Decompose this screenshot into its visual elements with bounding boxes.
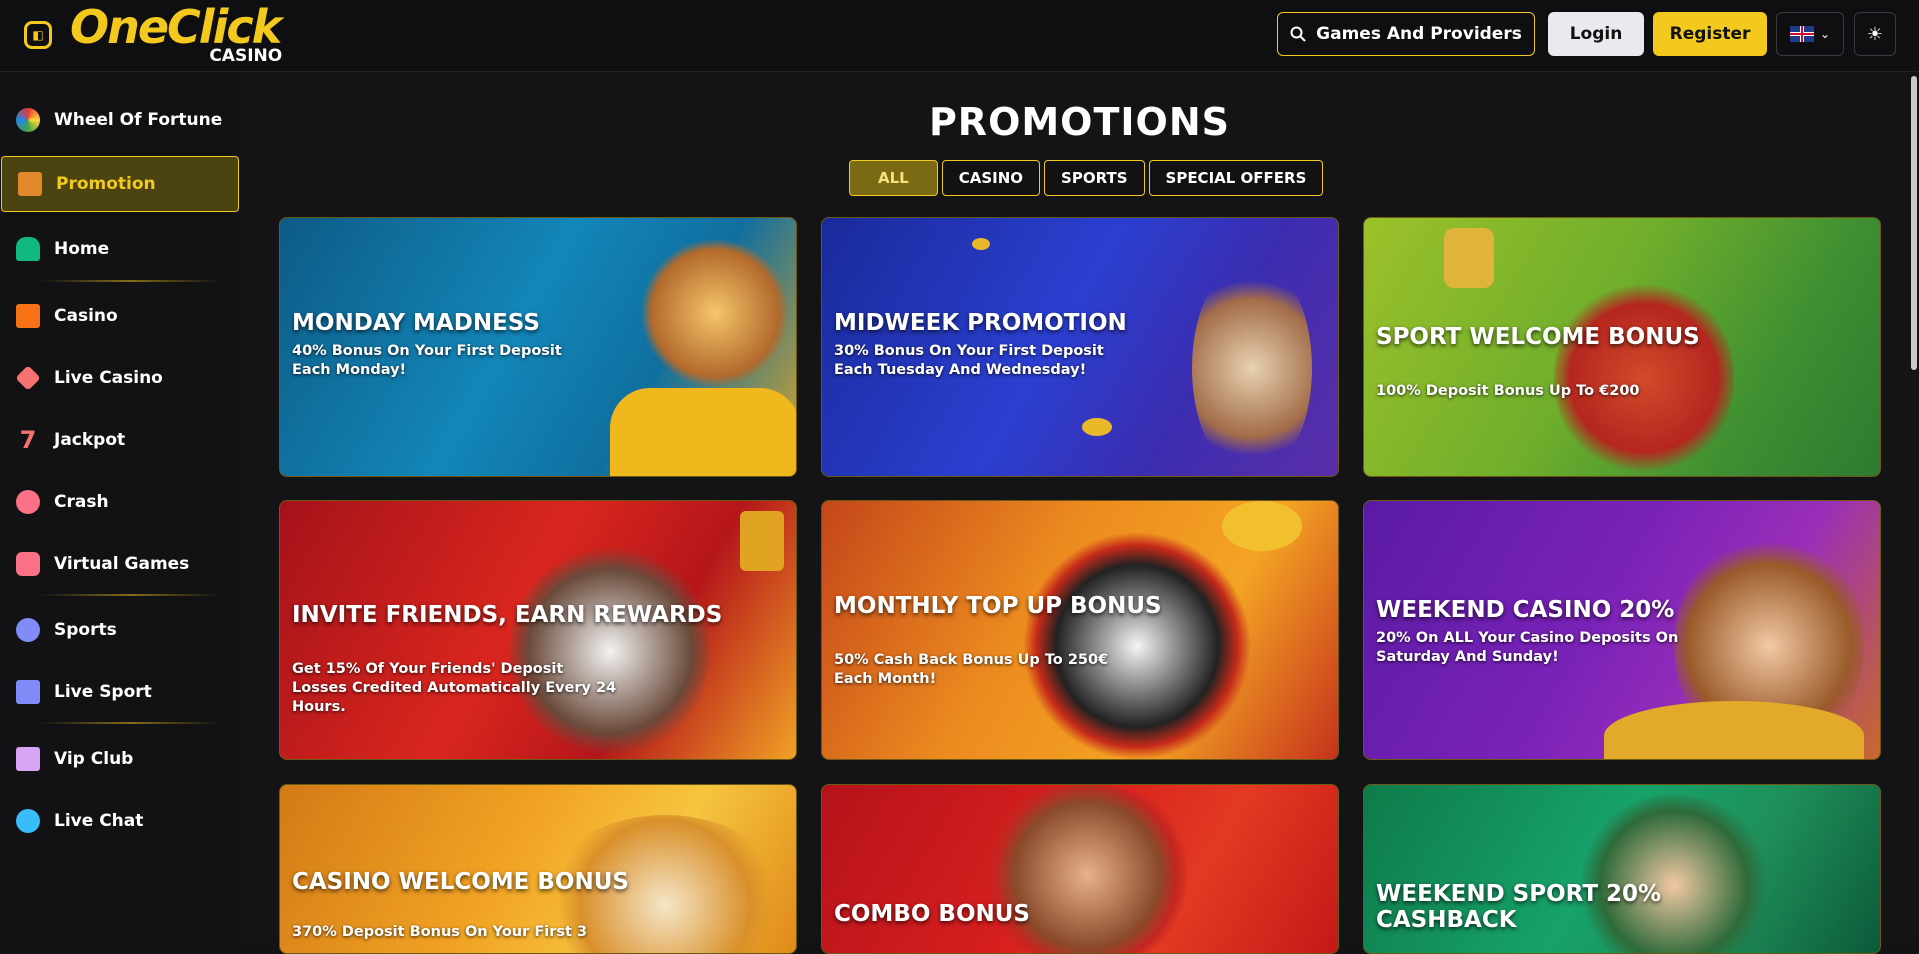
promo-title: INVITE FRIENDS, EARN REWARDS — [292, 602, 723, 628]
promo-description: 20% On ALL Your Casino Deposits On Satur… — [1376, 630, 1679, 665]
top-header: ◧ OneClick CASINO Games And Providers Lo… — [0, 0, 1919, 72]
seven-icon — [740, 511, 784, 571]
sidebar-item-casino[interactable]: Casino — [0, 288, 240, 344]
promo-title: MIDWEEK PROMOTION — [834, 310, 1127, 336]
coin-icon — [1222, 501, 1302, 551]
logo-subtext: CASINO — [209, 46, 283, 66]
character-art — [610, 388, 796, 476]
sidebar-item-live-casino[interactable]: Live Casino — [0, 350, 240, 406]
promo-title: MONDAY MADNESS — [292, 310, 540, 336]
character-art — [640, 238, 790, 388]
page-title: PROMOTIONS — [928, 100, 1231, 144]
sidebar-item-live-chat[interactable]: Live Chat — [0, 793, 240, 849]
home-icon — [16, 237, 40, 261]
sidebar-item-sports[interactable]: Sports — [0, 602, 240, 658]
tab-casino[interactable]: CASINO — [941, 160, 1041, 196]
promo-title: WEEKEND SPORT 20% CASHBACK — [1376, 881, 1662, 933]
tab-all[interactable]: ALL — [849, 160, 938, 196]
sidebar-divider — [40, 722, 220, 724]
cards-icon — [15, 365, 41, 391]
panda-character-art — [1022, 531, 1252, 759]
promo-description: Get 15% Of Your Friends' Deposit Losses … — [292, 661, 617, 715]
promo-title: MONTHLY TOP UP BONUS — [834, 593, 1162, 619]
promo-description: 30% Bonus On Your First Deposit Each Tue… — [834, 343, 1104, 378]
sidebar-item-wheel-of-fortune[interactable]: Wheel Of Fortune — [0, 92, 240, 148]
sidebar-item-label: Vip Club — [54, 749, 134, 769]
sidebar-item-label: Live Sport — [54, 682, 152, 702]
page-scrollbar[interactable] — [1911, 76, 1917, 370]
uk-flag-icon — [1789, 26, 1814, 42]
sidebar-item-label: Live Casino — [54, 368, 163, 388]
sidebar-divider — [40, 594, 220, 596]
rocket-icon — [16, 490, 40, 514]
sidebar-item-label: Live Chat — [54, 811, 144, 831]
sidebar-item-label: Home — [54, 239, 110, 259]
chevron-down-icon: ⌄ — [1819, 27, 1831, 41]
sidebar: Wheel Of Fortune Promotion Home Casino L… — [0, 72, 240, 938]
promo-card[interactable]: SPORT WELCOME BONUS 100% Deposit Bonus U… — [1363, 217, 1881, 477]
games-providers-search-button[interactable]: Games And Providers — [1277, 12, 1535, 56]
promo-card[interactable]: COMBO BONUS — [821, 784, 1339, 954]
theme-toggle-icon[interactable]: ☀ — [1854, 12, 1896, 56]
register-button[interactable]: Register — [1653, 12, 1767, 56]
wheel-icon — [16, 108, 40, 132]
sidebar-item-crash[interactable]: Crash — [0, 474, 240, 530]
sidebar-divider — [40, 280, 220, 282]
ball-icon — [16, 618, 40, 642]
search-label: Games And Providers — [1316, 24, 1522, 44]
main-content: PROMOTIONS ALL CASINO SPORTS SPECIAL OFF… — [240, 72, 1919, 954]
site-logo[interactable]: OneClick CASINO — [70, 0, 283, 68]
tab-special-offers[interactable]: SPECIAL OFFERS — [1148, 160, 1324, 196]
login-button[interactable]: Login — [1548, 12, 1644, 56]
promo-description: 50% Cash Back Bonus Up To 250€ Each Mont… — [834, 652, 1109, 687]
sidebar-item-promotion[interactable]: Promotion — [1, 156, 239, 212]
sidebar-toggle-icon[interactable]: ◧ — [24, 21, 52, 49]
sidebar-item-label: Jackpot — [54, 430, 126, 450]
promo-card[interactable]: MONDAY MADNESS 40% Bonus On Your First D… — [279, 217, 797, 477]
trophy-icon — [1444, 228, 1494, 288]
character-art — [1554, 278, 1734, 476]
search-icon — [1290, 26, 1306, 42]
promo-card[interactable]: CASINO WELCOME BONUS 370% Deposit Bonus … — [279, 784, 797, 954]
promo-description: 370% Deposit Bonus On Your First 3 — [292, 924, 588, 940]
coin-icon — [972, 238, 990, 250]
seven-icon: 7 — [19, 426, 37, 454]
gamepad-icon — [16, 552, 40, 576]
sidebar-item-label: Sports — [54, 620, 117, 640]
sidebar-item-label: Promotion — [56, 174, 156, 194]
sidebar-item-live-sport[interactable]: Live Sport — [0, 664, 240, 720]
promo-title: COMBO BONUS — [834, 901, 1030, 927]
coin-icon — [1082, 418, 1112, 436]
sidebar-item-label: Wheel Of Fortune — [54, 110, 223, 130]
crown-icon — [16, 747, 40, 771]
promo-card[interactable]: MONTHLY TOP UP BONUS 50% Cash Back Bonus… — [821, 500, 1339, 760]
character-art — [1192, 258, 1312, 476]
language-selector[interactable]: ⌄ — [1776, 12, 1844, 56]
promo-title: SPORT WELCOME BONUS — [1376, 324, 1700, 350]
promo-description: 40% Bonus On Your First Deposit Each Mon… — [292, 343, 562, 378]
promo-card[interactable]: INVITE FRIENDS, EARN REWARDS Get 15% Of … — [279, 500, 797, 760]
character-art — [510, 541, 710, 759]
sidebar-item-virtual-games[interactable]: Virtual Games — [0, 536, 240, 592]
monitor-icon — [16, 680, 40, 704]
chat-icon — [16, 809, 40, 833]
promo-title: CASINO WELCOME BONUS — [292, 869, 629, 895]
promo-card[interactable]: WEEKEND SPORT 20% CASHBACK — [1363, 784, 1881, 954]
slot-icon — [16, 304, 40, 328]
promo-card[interactable]: MIDWEEK PROMOTION 30% Bonus On Your Firs… — [821, 217, 1339, 477]
sidebar-item-jackpot[interactable]: 7 Jackpot — [0, 412, 240, 468]
promo-description: 100% Deposit Bonus Up To €200 — [1376, 383, 1640, 399]
logo-text: OneClick — [70, 0, 282, 54]
sidebar-item-label: Casino — [54, 306, 118, 326]
sidebar-item-label: Crash — [54, 492, 109, 512]
promotion-filter-tabs: ALL CASINO SPORTS SPECIAL OFFERS — [849, 160, 1324, 196]
sidebar-item-label: Virtual Games — [54, 554, 190, 574]
promo-card[interactable]: WEEKEND CASINO 20% 20% On ALL Your Casin… — [1363, 500, 1881, 760]
sidebar-item-home[interactable]: Home — [0, 221, 240, 277]
promo-title: WEEKEND CASINO 20% — [1376, 597, 1675, 623]
monkey-character-art — [972, 785, 1202, 953]
gift-icon — [18, 172, 42, 196]
sidebar-item-vip-club[interactable]: Vip Club — [0, 731, 240, 787]
tab-sports[interactable]: SPORTS — [1044, 160, 1145, 196]
